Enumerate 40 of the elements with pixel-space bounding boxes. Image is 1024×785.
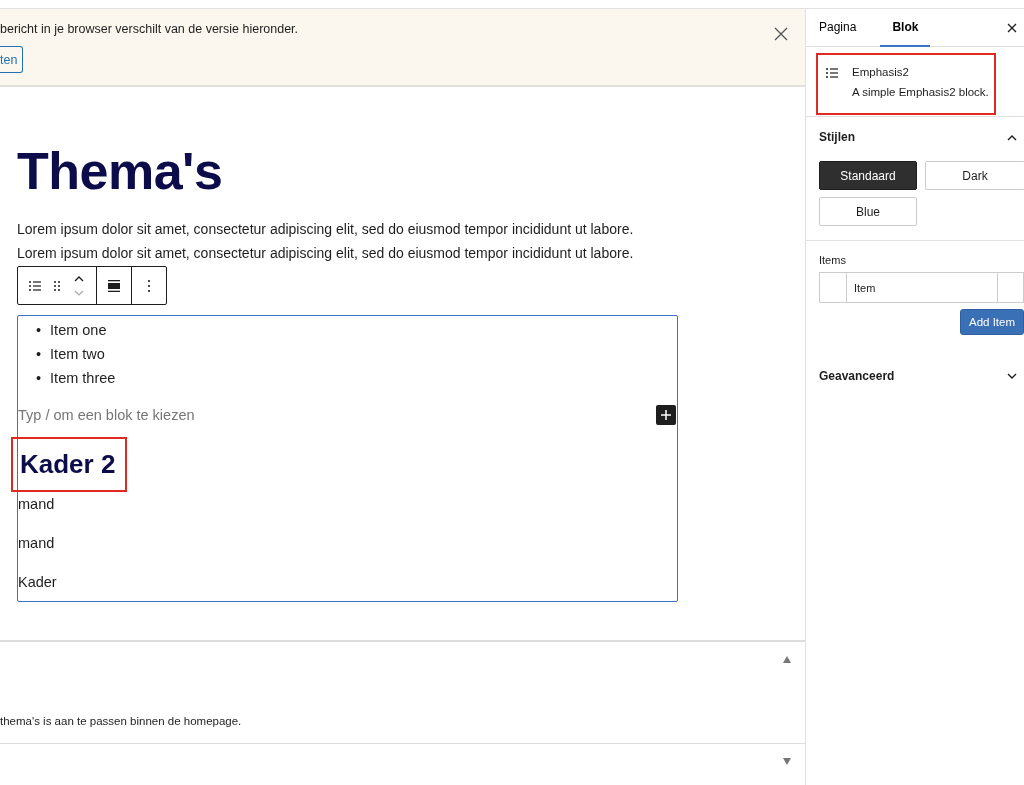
close-icon[interactable] [773, 26, 789, 42]
bullet: • [36, 369, 42, 388]
sidebar-tab[interactable]: Blok [880, 8, 931, 47]
list-icon [825, 66, 839, 80]
panel-text: thema's is aan te passen binnen de homepage. [0, 715, 243, 727]
close-icon[interactable] [1007, 22, 1017, 33]
chevron-down-icon[interactable] [1007, 372, 1017, 380]
section-title[interactable]: Stijlen [819, 130, 855, 144]
list-icon[interactable] [28, 278, 42, 293]
style-option[interactable]: Dark [925, 161, 1024, 190]
block-text: Kader [18, 574, 58, 590]
item-field[interactable]: Item [847, 273, 998, 302]
block-placeholder[interactable]: Typ / om een blok te kiezen [18, 407, 195, 423]
add-item-button[interactable]: Add Item [960, 309, 1024, 335]
align-icon[interactable] [107, 278, 121, 293]
notice-button[interactable]: ten [0, 46, 24, 73]
section-title[interactable]: Geavanceerd [819, 369, 895, 383]
plus-icon [660, 409, 672, 421]
bullet: • [36, 321, 42, 340]
style-option[interactable]: Standaard [819, 161, 917, 190]
expand-icon[interactable] [783, 758, 791, 765]
block-text: mand [18, 496, 56, 512]
items-label: Items [819, 254, 847, 266]
page-title: Thema's [17, 141, 224, 202]
block-heading: Kader 2 [11, 437, 128, 492]
sidebar-tab[interactable]: Pagina [807, 8, 869, 47]
collapse-icon[interactable] [783, 656, 791, 663]
block-description: A simple Emphasis2 block. [852, 86, 989, 98]
block-title: Emphasis2 [852, 66, 910, 78]
paragraph: Lorem ipsum dolor sit amet, consectetur adipiscing elit, sed do eiusmod tempor incididunt ut labore. [17, 220, 635, 239]
notice-message: bericht in je browser verschilt van de versie hieronder. [0, 22, 299, 36]
chevron-up-icon[interactable] [1007, 133, 1017, 141]
style-option[interactable]: Blue [819, 197, 917, 226]
add-block-button[interactable] [656, 405, 676, 425]
list-item: Item one [50, 321, 107, 340]
bullet: • [36, 345, 42, 364]
list-item: Item three [50, 369, 116, 388]
block-text: mand [18, 535, 56, 551]
list-item: Item two [50, 345, 105, 364]
paragraph: Lorem ipsum dolor sit amet, consectetur adipiscing elit, sed do eiusmod tempor incididunt ut labore. [17, 244, 635, 263]
